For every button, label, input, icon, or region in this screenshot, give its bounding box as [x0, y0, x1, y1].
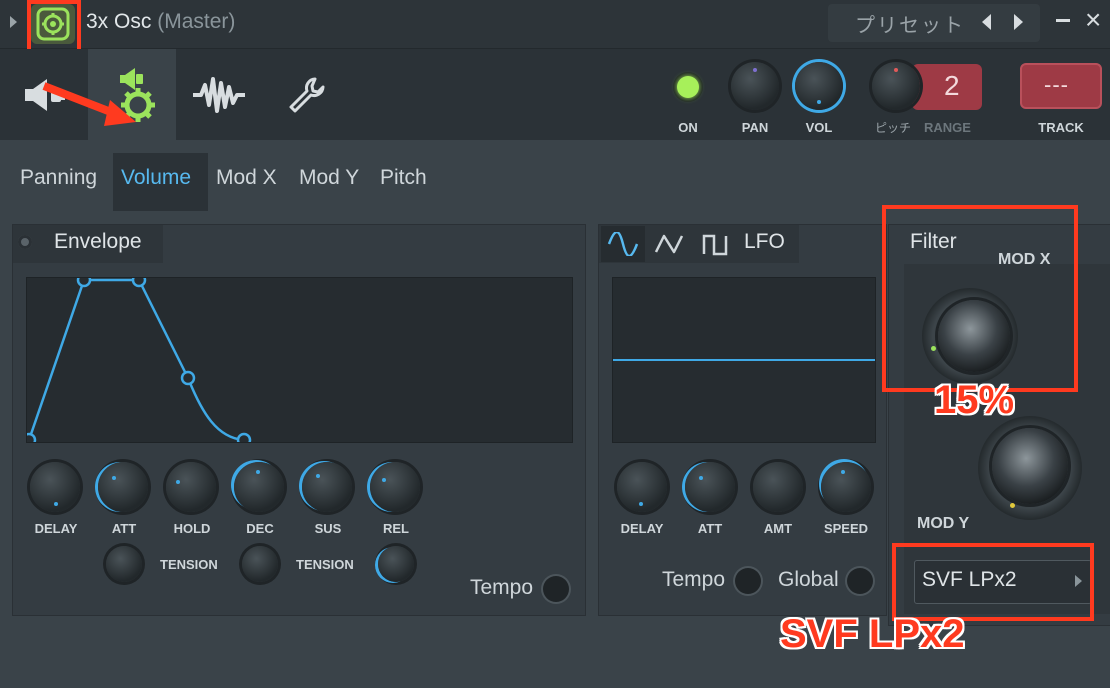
settings-tab[interactable] — [268, 49, 346, 140]
env-hold-label: HOLD — [173, 521, 211, 536]
track-value: --- — [1044, 72, 1069, 97]
lfo-title: LFO — [744, 230, 785, 253]
on-toggle[interactable] — [673, 72, 703, 102]
env-delay-knob[interactable] — [30, 462, 80, 512]
env-rel-knob[interactable] — [370, 462, 420, 512]
envelope-title: Envelope — [54, 230, 142, 253]
sine-wave-icon[interactable] — [607, 232, 639, 256]
envelope-graph[interactable] — [21, 272, 573, 448]
annotation-filter-box — [892, 543, 1094, 621]
env-sus-label: SUS — [314, 521, 342, 536]
annotation-modx-box — [882, 205, 1078, 392]
mod-y-label: MOD Y — [917, 515, 970, 532]
env-dec-knob[interactable] — [234, 462, 284, 512]
close-icon[interactable]: × — [1085, 6, 1101, 34]
minimize-icon[interactable] — [1056, 19, 1070, 22]
lfo-amt-knob[interactable] — [753, 462, 803, 512]
lfo-tempo-label: Tempo — [662, 568, 726, 591]
subtab-volume[interactable]: Volume — [121, 166, 191, 190]
lfo-speed-knob[interactable] — [821, 462, 871, 512]
mod-y-knob[interactable] — [992, 428, 1068, 504]
lfo-global-toggle[interactable] — [847, 568, 873, 594]
annotation-percent: 15% — [934, 378, 1015, 422]
env-att-knob[interactable] — [98, 462, 148, 512]
misc-tab[interactable] — [180, 49, 258, 140]
lfo-att-knob[interactable] — [685, 462, 735, 512]
mod-y-indicator — [1010, 503, 1015, 508]
lfo-att-label: ATT — [697, 521, 723, 536]
env-rel-label: REL — [383, 521, 409, 536]
env-sus-knob[interactable] — [302, 462, 352, 512]
on-led — [677, 76, 699, 98]
subtab-panning[interactable]: Panning — [20, 166, 97, 190]
annotation-filter-text: SVF LPx2 — [780, 612, 965, 656]
range-value: 2 — [944, 70, 960, 101]
env-dec-label: DEC — [246, 521, 274, 536]
window-title: 3x Osc (Master) — [86, 10, 235, 34]
pan-label: PAN — [741, 120, 769, 135]
vol-label: VOL — [805, 120, 833, 135]
subtab-mod-y[interactable]: Mod Y — [299, 166, 359, 190]
env-delay-label: DELAY — [34, 521, 78, 536]
annotation-arrow — [42, 82, 136, 126]
lfo-delay-knob[interactable] — [617, 462, 667, 512]
lfo-global-label: Global — [778, 568, 839, 591]
lfo-graph[interactable] — [612, 277, 876, 443]
env-tempo-toggle[interactable] — [543, 576, 569, 602]
env-hold-knob[interactable] — [166, 462, 216, 512]
waveform-icon — [193, 76, 245, 113]
pitch-label: ピッチ — [875, 121, 912, 135]
lfo-tempo-toggle[interactable] — [735, 568, 761, 594]
dec-tension-label: TENSION — [296, 557, 354, 572]
wrench-icon — [289, 77, 325, 112]
window-title-subtitle: (Master) — [157, 10, 236, 33]
rel-tension-knob[interactable] — [378, 546, 414, 582]
pan-knob[interactable] — [731, 62, 779, 110]
square-wave-icon[interactable] — [702, 232, 730, 256]
triangle-wave-icon[interactable] — [654, 232, 684, 256]
lfo-amt-label: AMT — [763, 521, 793, 536]
collapse-arrow-icon[interactable] — [10, 16, 17, 28]
on-label: ON — [678, 120, 698, 135]
vol-knob[interactable] — [795, 62, 843, 110]
preset-next-icon[interactable] — [1014, 14, 1023, 30]
preset-label: プリセット — [855, 15, 965, 37]
dec-tension-knob[interactable] — [242, 546, 278, 582]
preset-prev-icon[interactable] — [982, 14, 991, 30]
track-label: TRACK — [1038, 120, 1084, 135]
subtab-mod-x[interactable]: Mod X — [216, 166, 277, 190]
pitch-knob[interactable] — [872, 62, 920, 110]
range-label: RANGE — [924, 120, 971, 135]
env-tempo-label: Tempo — [470, 576, 534, 599]
att-tension-label: TENSION — [160, 557, 218, 572]
subtab-pitch[interactable]: Pitch — [380, 166, 427, 190]
env-att-label: ATT — [111, 521, 137, 536]
window-title-name: 3x Osc — [86, 10, 152, 33]
att-tension-knob[interactable] — [106, 546, 142, 582]
envelope-enable-icon[interactable] — [18, 235, 32, 249]
lfo-delay-label: DELAY — [620, 521, 664, 536]
lfo-speed-label: SPEED — [823, 521, 869, 536]
